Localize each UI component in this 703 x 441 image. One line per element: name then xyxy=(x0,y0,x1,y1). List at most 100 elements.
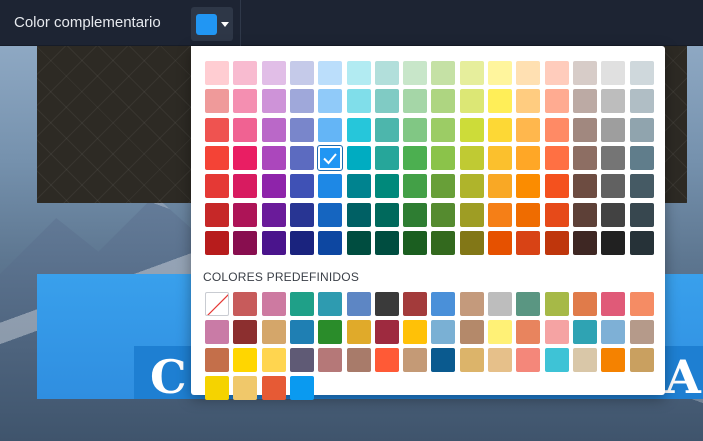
color-swatch[interactable] xyxy=(431,292,456,316)
color-swatch[interactable] xyxy=(431,145,456,170)
color-swatch[interactable] xyxy=(488,348,512,372)
no-color-swatch[interactable] xyxy=(205,292,229,316)
color-swatch[interactable] xyxy=(629,202,654,227)
color-swatch[interactable] xyxy=(205,320,229,344)
color-dropdown-button[interactable] xyxy=(191,7,233,41)
color-swatch[interactable] xyxy=(289,174,314,199)
color-swatch[interactable] xyxy=(629,230,654,255)
color-swatch[interactable] xyxy=(318,117,343,142)
color-swatch[interactable] xyxy=(205,61,229,85)
color-swatch[interactable] xyxy=(488,230,512,255)
color-swatch[interactable] xyxy=(488,145,512,170)
color-swatch[interactable] xyxy=(601,61,626,85)
color-swatch[interactable] xyxy=(572,117,597,142)
color-swatch[interactable] xyxy=(289,376,314,400)
color-swatch[interactable] xyxy=(516,292,541,316)
color-swatch[interactable] xyxy=(516,61,541,85)
color-swatch[interactable] xyxy=(317,144,344,171)
color-swatch[interactable] xyxy=(374,174,399,199)
color-swatch[interactable] xyxy=(403,89,428,114)
color-swatch[interactable] xyxy=(431,320,456,344)
color-swatch[interactable] xyxy=(233,174,258,199)
color-swatch[interactable] xyxy=(205,145,229,170)
color-swatch[interactable] xyxy=(629,117,654,142)
color-swatch[interactable] xyxy=(346,61,371,85)
color-swatch[interactable] xyxy=(544,174,569,199)
color-swatch[interactable] xyxy=(233,348,258,372)
color-swatch[interactable] xyxy=(601,320,626,344)
color-swatch[interactable] xyxy=(544,292,569,316)
color-swatch[interactable] xyxy=(459,230,484,255)
color-swatch[interactable] xyxy=(544,145,569,170)
color-swatch[interactable] xyxy=(544,320,569,344)
color-swatch[interactable] xyxy=(233,117,258,142)
color-swatch[interactable] xyxy=(289,202,314,227)
color-swatch[interactable] xyxy=(601,230,626,255)
color-swatch[interactable] xyxy=(289,61,314,85)
color-swatch[interactable] xyxy=(403,230,428,255)
color-swatch[interactable] xyxy=(318,89,343,114)
color-swatch[interactable] xyxy=(601,292,626,316)
color-swatch[interactable] xyxy=(374,348,399,372)
color-swatch[interactable] xyxy=(374,292,399,316)
color-swatch[interactable] xyxy=(318,230,343,255)
color-swatch[interactable] xyxy=(459,89,484,114)
color-swatch[interactable] xyxy=(516,202,541,227)
color-swatch[interactable] xyxy=(516,89,541,114)
color-swatch[interactable] xyxy=(205,89,229,114)
color-swatch[interactable] xyxy=(459,202,484,227)
color-swatch[interactable] xyxy=(261,174,286,199)
color-swatch[interactable] xyxy=(205,202,229,227)
color-swatch[interactable] xyxy=(374,117,399,142)
color-swatch[interactable] xyxy=(233,145,258,170)
color-swatch[interactable] xyxy=(601,348,626,372)
color-swatch[interactable] xyxy=(516,145,541,170)
color-swatch[interactable] xyxy=(516,174,541,199)
color-swatch[interactable] xyxy=(346,117,371,142)
color-swatch[interactable] xyxy=(403,202,428,227)
color-swatch[interactable] xyxy=(431,117,456,142)
color-swatch[interactable] xyxy=(572,292,597,316)
color-swatch[interactable] xyxy=(572,202,597,227)
color-swatch[interactable] xyxy=(233,320,258,344)
color-swatch[interactable] xyxy=(289,320,314,344)
color-swatch[interactable] xyxy=(629,145,654,170)
color-swatch[interactable] xyxy=(629,348,654,372)
color-swatch[interactable] xyxy=(601,202,626,227)
color-swatch[interactable] xyxy=(488,320,512,344)
color-swatch[interactable] xyxy=(346,348,371,372)
color-swatch[interactable] xyxy=(261,61,286,85)
color-swatch[interactable] xyxy=(403,348,428,372)
color-swatch[interactable] xyxy=(459,117,484,142)
color-swatch[interactable] xyxy=(374,89,399,114)
color-swatch[interactable] xyxy=(572,89,597,114)
color-swatch[interactable] xyxy=(261,376,286,400)
color-swatch[interactable] xyxy=(431,174,456,199)
color-swatch[interactable] xyxy=(403,117,428,142)
color-swatch[interactable] xyxy=(544,61,569,85)
color-swatch[interactable] xyxy=(346,320,371,344)
color-swatch[interactable] xyxy=(374,230,399,255)
color-swatch[interactable] xyxy=(544,230,569,255)
color-swatch[interactable] xyxy=(629,61,654,85)
color-swatch[interactable] xyxy=(516,117,541,142)
color-swatch[interactable] xyxy=(205,174,229,199)
color-swatch[interactable] xyxy=(318,292,343,316)
color-swatch[interactable] xyxy=(403,61,428,85)
color-swatch[interactable] xyxy=(233,89,258,114)
color-swatch[interactable] xyxy=(629,174,654,199)
color-swatch[interactable] xyxy=(516,230,541,255)
color-swatch[interactable] xyxy=(289,230,314,255)
color-swatch[interactable] xyxy=(431,61,456,85)
color-swatch[interactable] xyxy=(572,348,597,372)
color-swatch[interactable] xyxy=(488,89,512,114)
color-swatch[interactable] xyxy=(403,174,428,199)
color-swatch[interactable] xyxy=(403,292,428,316)
color-swatch[interactable] xyxy=(318,348,343,372)
color-swatch[interactable] xyxy=(629,320,654,344)
color-swatch[interactable] xyxy=(261,292,286,316)
color-swatch[interactable] xyxy=(289,117,314,142)
color-swatch[interactable] xyxy=(205,376,229,400)
color-swatch[interactable] xyxy=(261,230,286,255)
color-swatch[interactable] xyxy=(318,202,343,227)
